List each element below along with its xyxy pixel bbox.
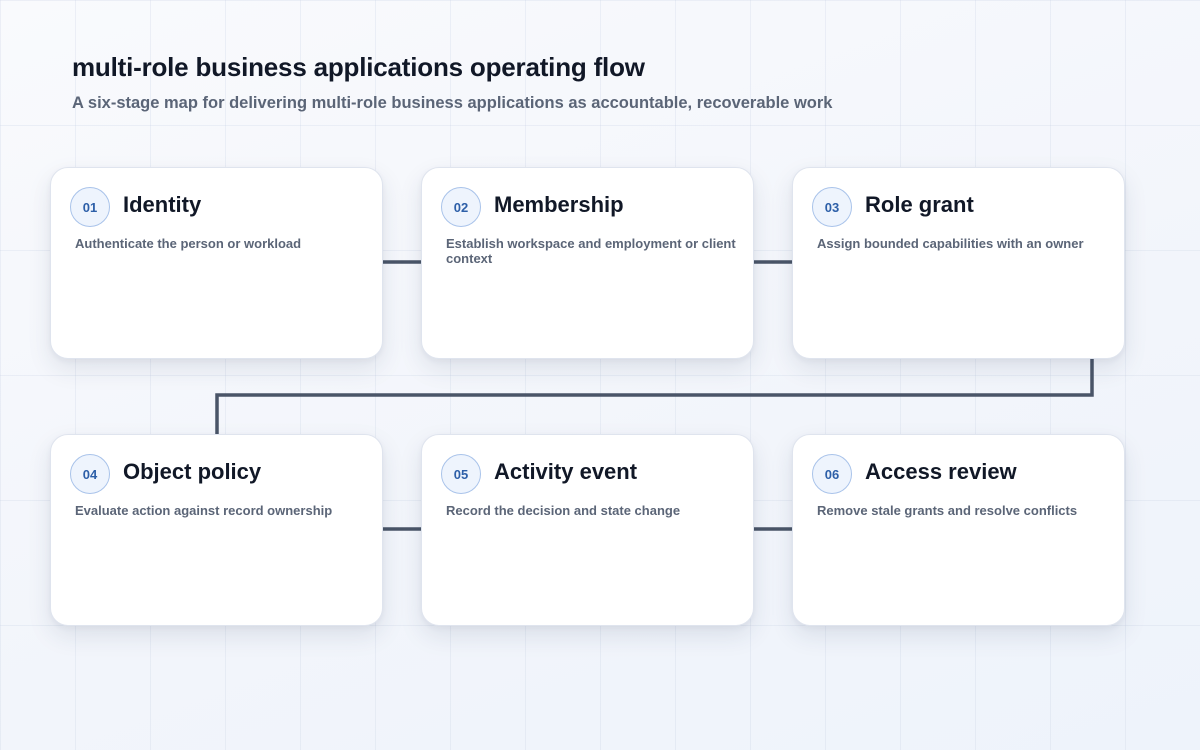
stage-description: Establish workspace and employment or cl…: [446, 236, 736, 266]
stage-title: Object policy: [123, 459, 262, 484]
stage-number-badge: 02: [441, 187, 481, 227]
flow-connectors: [215, 260, 1094, 531]
stage-title: Activity event: [494, 459, 638, 484]
stage-card-access-review[interactable]: 06 Access review Remove stale grants and…: [792, 434, 1125, 626]
stage-title: Access review: [865, 459, 1017, 484]
stage-description: Authenticate the person or workload: [75, 236, 302, 251]
stage-description: Record the decision and state change: [446, 503, 681, 518]
stage-number-badge: 05: [441, 454, 481, 494]
stage-title: Role grant: [865, 192, 974, 217]
stage-description: Assign bounded capabilities with an owne…: [817, 236, 1084, 251]
stage-description: Evaluate action against record ownership: [75, 503, 333, 518]
stage-card-object-policy[interactable]: 04 Object policy Evaluate action against…: [50, 434, 383, 626]
stage-number-badge: 06: [812, 454, 852, 494]
stage-description: Remove stale grants and resolve conflict…: [817, 503, 1078, 518]
stage-title: Identity: [123, 192, 202, 217]
stage-card-membership[interactable]: 02 Membership Establish workspace and em…: [421, 167, 754, 359]
stage-number-badge: 03: [812, 187, 852, 227]
stage-number-badge: 01: [70, 187, 110, 227]
stage-number-badge: 04: [70, 454, 110, 494]
stage-card-role-grant[interactable]: 03 Role grant Assign bounded capabilitie…: [792, 167, 1125, 359]
stage-title: Membership: [494, 192, 624, 217]
connector-03-04: [215, 358, 1094, 434]
stage-card-activity-event[interactable]: 05 Activity event Record the decision an…: [421, 434, 754, 626]
stage-card-identity[interactable]: 01 Identity Authenticate the person or w…: [50, 167, 383, 359]
